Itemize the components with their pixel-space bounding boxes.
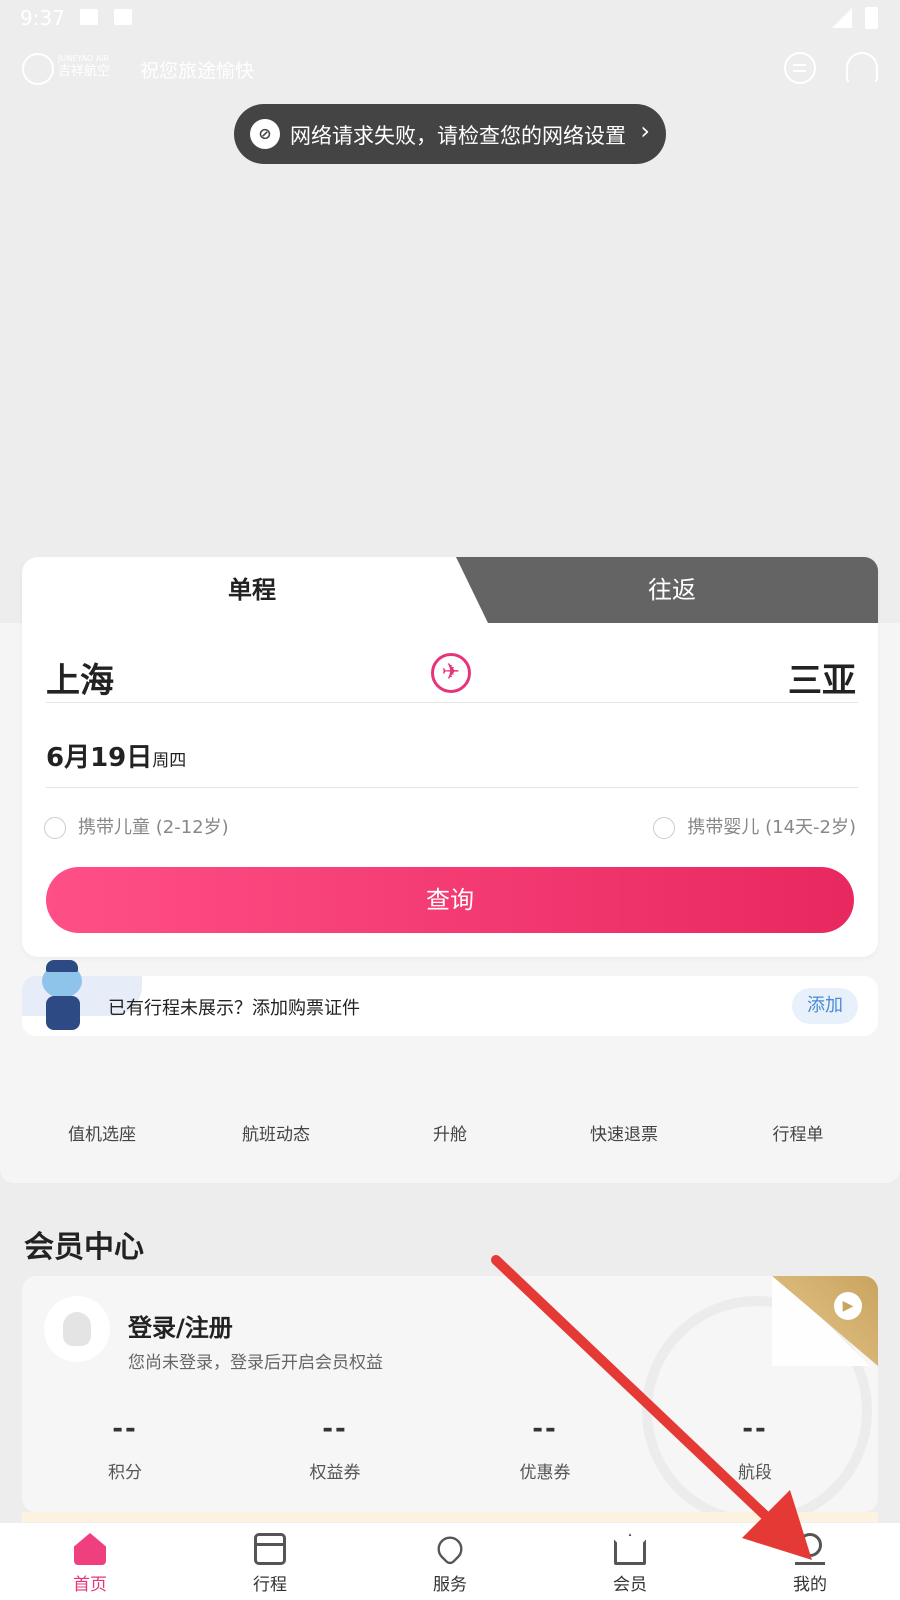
login-subtitle: 您尚未登录，登录后开启会员权益 (128, 1353, 383, 1373)
customer-service-icon[interactable] (846, 52, 878, 84)
message-icon[interactable] (784, 52, 816, 84)
stat-value: -- (112, 1414, 138, 1444)
top-bar: JUNEYAO AIR 吉祥航空 祝您旅途愉快 (0, 48, 900, 92)
nav-label: 我的 (793, 1575, 827, 1595)
flight-search-card: 单程 往返 上海 ✈ 三亚 6月19日周四 携带儿童 (2-12岁) 携带婴儿 … (22, 557, 878, 957)
nav-services[interactable]: 服务 (390, 1523, 510, 1600)
quick-link-flight-status[interactable]: 航班动态 (196, 1120, 356, 1145)
stat-label: 航段 (738, 1463, 772, 1483)
add-trip-text: 已有行程未展示？添加购票证件 (108, 998, 360, 1019)
member-card[interactable]: ▶ 登录/注册 您尚未登录，登录后开启会员权益 -- 积分 -- 权益券 -- … (22, 1276, 878, 1512)
infant-radio[interactable] (653, 817, 676, 839)
infant-option-label: 携带婴儿 (14天-2岁) (687, 817, 856, 838)
child-option[interactable]: 携带儿童 (2-12岁) (44, 813, 229, 839)
stat-label: 优惠券 (519, 1463, 571, 1483)
logo-line-chinese: 吉祥航空 (58, 64, 111, 79)
font-icon (114, 9, 132, 25)
quick-link-refund[interactable]: 快速退票 (544, 1120, 704, 1145)
airline-logo-text: JUNEYAO AIR 吉祥航空 (58, 54, 124, 80)
stat-label: 权益券 (309, 1463, 361, 1483)
nav-label: 会员 (613, 1575, 647, 1595)
heart-icon (432, 1531, 468, 1567)
status-time: 9:37 (20, 6, 65, 30)
swap-cities-icon[interactable]: ✈ (431, 653, 471, 693)
mascot-body (46, 996, 80, 1030)
nav-home[interactable]: 首页 (30, 1523, 150, 1600)
stat-points[interactable]: -- 积分 (60, 1414, 190, 1483)
stat-benefit-coupons[interactable]: -- 权益券 (270, 1414, 400, 1483)
greeting-text: 祝您旅途愉快 (140, 60, 255, 82)
wifi-off-icon: ⊘ (250, 119, 280, 149)
trip-type-tabs: 单程 往返 (22, 557, 878, 623)
divider (46, 702, 858, 703)
quick-link-itinerary[interactable]: 行程单 (718, 1120, 878, 1145)
person-icon (795, 1533, 825, 1565)
image-icon (80, 9, 98, 25)
logo-line-english: JUNEYAO AIR (58, 54, 110, 63)
departure-city[interactable]: 上海 (46, 653, 114, 702)
status-bar: 9:37 (0, 0, 900, 36)
date-value: 6月19日 (46, 743, 153, 773)
stat-label: 积分 (108, 1463, 142, 1483)
stat-value: -- (742, 1414, 768, 1444)
weekday: 周四 (152, 751, 187, 771)
airline-logo-icon (22, 53, 54, 85)
bottom-navigation: 首页 行程 服务 会员 我的 (0, 1522, 900, 1600)
play-icon[interactable]: ▶ (834, 1292, 862, 1320)
nav-label: 服务 (433, 1575, 467, 1595)
stat-segments[interactable]: -- 航段 (690, 1414, 820, 1483)
tab-one-way-label: 单程 (228, 557, 276, 623)
mascot-cap (46, 960, 78, 972)
signal-icon (832, 8, 852, 28)
tab-one-way[interactable]: 单程 (22, 557, 482, 623)
login-register-link[interactable]: 登录/注册 (128, 1308, 233, 1343)
quick-link-upgrade[interactable]: 升舱 (370, 1120, 530, 1145)
tab-round-trip[interactable]: 往返 (582, 557, 762, 623)
toast-message: 网络请求失败，请检查您的网络设置 (290, 124, 626, 148)
nav-label: 行程 (253, 1575, 287, 1595)
arrival-city[interactable]: 三亚 (788, 653, 856, 702)
divider (46, 787, 858, 788)
network-error-toast[interactable]: ⊘ 网络请求失败，请检查您的网络设置 › (234, 104, 666, 164)
child-option-label: 携带儿童 (2-12岁) (78, 817, 229, 838)
member-center-title: 会员中心 (24, 1230, 144, 1265)
add-trip-banner: 已有行程未展示？添加购票证件 添加 (22, 960, 878, 1036)
quick-link-checkin[interactable]: 值机选座 (22, 1120, 182, 1145)
chevron-right-icon: › (640, 117, 650, 145)
nav-label: 首页 (73, 1575, 107, 1595)
battery-icon (865, 7, 878, 29)
home-icon (74, 1533, 106, 1565)
avatar[interactable] (44, 1296, 110, 1362)
calendar-icon (254, 1533, 286, 1565)
mascot-image (36, 960, 92, 1036)
crown-icon (614, 1533, 646, 1565)
nav-itinerary[interactable]: 行程 (210, 1523, 330, 1600)
stat-value: -- (532, 1414, 558, 1444)
nav-member[interactable]: 会员 (570, 1523, 690, 1600)
add-document-button[interactable]: 添加 (792, 988, 858, 1024)
child-radio[interactable] (44, 817, 66, 839)
infant-option[interactable]: 携带婴儿 (14天-2岁) (653, 813, 856, 839)
stat-value: -- (322, 1414, 348, 1444)
nav-mine[interactable]: 我的 (750, 1523, 870, 1600)
next-card-peek (22, 1512, 878, 1522)
departure-date[interactable]: 6月19日周四 (46, 737, 186, 774)
search-button[interactable]: 查询 (46, 867, 854, 933)
stat-discount-coupons[interactable]: -- 优惠券 (480, 1414, 610, 1483)
